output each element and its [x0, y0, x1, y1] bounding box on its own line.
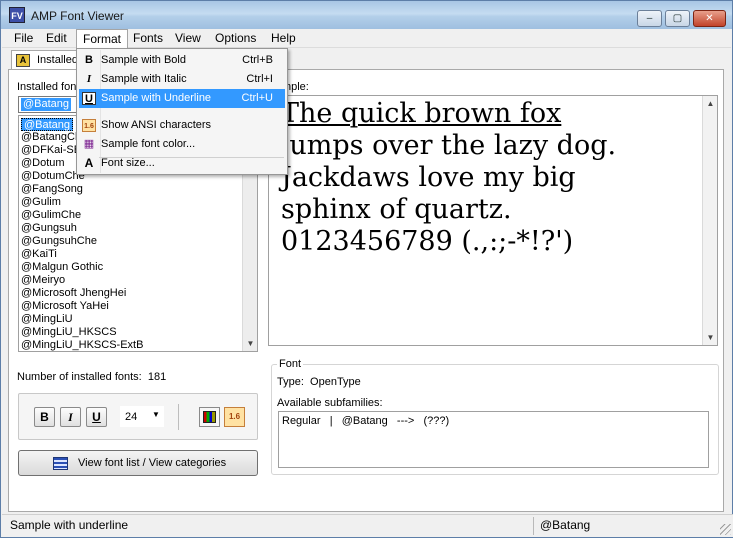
subfamilies-text: Regular | @Batang ---> (???)	[282, 415, 450, 427]
font-list-item[interactable]: @GulimChe	[21, 209, 81, 222]
font-count-value: 181	[147, 371, 167, 383]
underline-button[interactable]: U	[86, 407, 107, 427]
sample-line: The quick brown fox	[281, 98, 562, 129]
menu-shortcut: Ctrl+U	[241, 92, 273, 104]
font-list-item[interactable]: @MingLiU_HKSCS-ExtB	[21, 339, 143, 351]
menu-sample-bold[interactable]: B Sample with Bold Ctrl+B	[79, 51, 285, 70]
font-type: Type: OpenType	[277, 376, 361, 388]
sample-scrollbar[interactable]: ▲ ▼	[702, 96, 717, 345]
menu-edit[interactable]: Edit	[40, 29, 73, 48]
format-toolbar: B I U 24 ▼ 1.6	[18, 393, 258, 440]
bold-button[interactable]: B	[34, 407, 55, 427]
installed-fonts-label: Installed fon	[17, 81, 77, 93]
sample-line: jumps over the lazy dog.	[281, 130, 617, 161]
font-list-item[interactable]: @DFKai-SB	[21, 144, 81, 157]
menu-file[interactable]: File	[8, 29, 39, 48]
italic-icon: I	[86, 73, 92, 85]
font-size-icon: A	[84, 156, 94, 170]
tab-installed-label: Installed	[37, 54, 78, 66]
subfamilies-box[interactable]: Regular | @Batang ---> (???)	[278, 411, 709, 468]
font-list-item[interactable]: @Batang	[21, 118, 74, 131]
title-bar[interactable]: FV AMP Font Viewer – ▢ ✕	[1, 1, 732, 29]
font-list-item[interactable]: @Dotum	[21, 157, 65, 170]
close-button[interactable]: ✕	[693, 10, 726, 27]
font-list-item[interactable]: @BatangCh	[21, 131, 81, 144]
menu-item-label: Sample with Italic	[101, 73, 187, 85]
resize-grip-icon[interactable]	[720, 524, 731, 535]
font-group-title: Font	[277, 358, 304, 370]
app-icon: FV	[9, 7, 25, 23]
menu-format[interactable]: Format	[76, 29, 129, 48]
color-grid-icon: ▦	[83, 138, 95, 150]
underline-icon: U	[82, 92, 96, 105]
scroll-up-icon[interactable]: ▲	[703, 96, 717, 111]
bold-icon: B	[85, 54, 93, 66]
menu-item-label: Show ANSI characters	[101, 119, 212, 131]
menu-options[interactable]: Options	[209, 29, 262, 48]
status-bar: Sample with underline @Batang	[2, 514, 733, 537]
menu-shortcut: Ctrl+B	[242, 54, 273, 66]
sample-label: nple:	[285, 81, 309, 93]
menu-fonts[interactable]: Fonts	[127, 29, 169, 48]
view-font-list-button[interactable]: View font list / View categories	[18, 450, 258, 476]
list-icon	[53, 457, 68, 470]
sample-line: sphinx of quartz.	[281, 194, 512, 225]
format-menu: B Sample with Bold Ctrl+B I Sample with …	[76, 48, 288, 175]
menu-item-label: Sample font color...	[101, 138, 196, 150]
window-title: AMP Font Viewer	[31, 9, 124, 23]
font-count-label: Number of installed fonts:	[17, 371, 142, 383]
font-list-item[interactable]: @MingLiU_HKSCS	[21, 326, 117, 339]
font-list-item[interactable]: @Malgun Gothic	[21, 261, 103, 274]
menu-shortcut: Ctrl+I	[246, 73, 273, 85]
ansi-icon: 1.6	[82, 119, 96, 132]
font-name-value: @Batang	[21, 98, 72, 111]
view-font-list-label: View font list / View categories	[78, 457, 227, 469]
font-list-item[interactable]: @Meiryo	[21, 274, 65, 287]
menu-font-color[interactable]: ▦ Sample font color...	[79, 135, 285, 154]
font-list-item[interactable]: @Gulim	[21, 196, 61, 209]
sample-preview[interactable]: The quick brown fox jumps over the lazy …	[268, 95, 718, 346]
sample-line: 0123456789 (.,:;-*!?')	[281, 226, 574, 257]
menu-item-label: Sample with Underline	[101, 92, 212, 104]
menu-item-label: Sample with Bold	[101, 54, 186, 66]
menu-help[interactable]: Help	[265, 29, 302, 48]
scroll-down-icon[interactable]: ▼	[703, 330, 717, 345]
status-message: Sample with underline	[10, 518, 129, 532]
scroll-down-icon[interactable]: ▼	[243, 336, 257, 351]
minimize-button[interactable]: –	[637, 10, 662, 27]
menu-view[interactable]: View	[169, 29, 207, 48]
font-list-item[interactable]: @MingLiU	[21, 313, 73, 326]
menu-font-size[interactable]: A Font size...	[79, 154, 285, 173]
font-color-button[interactable]	[199, 407, 220, 427]
font-list-item[interactable]: @GungsuhChe	[21, 235, 97, 248]
font-folder-icon: A	[16, 54, 30, 67]
sample-line: Jackdaws love my big	[281, 162, 576, 193]
font-list-item[interactable]: @FangSong	[21, 183, 83, 196]
menu-sample-underline[interactable]: U Sample with Underline Ctrl+U	[79, 89, 285, 108]
font-list-item[interactable]: @Microsoft JhengHei	[21, 287, 126, 300]
font-size-value: 24	[125, 411, 138, 423]
ansi-button[interactable]: 1.6	[224, 407, 245, 427]
color-grid-icon	[203, 411, 216, 423]
menu-sample-italic[interactable]: I Sample with Italic Ctrl+I	[79, 70, 285, 89]
font-list-item[interactable]: @Microsoft YaHei	[21, 300, 109, 313]
font-type-value: OpenType	[310, 376, 361, 388]
status-divider	[533, 517, 534, 535]
app-window: FV AMP Font Viewer – ▢ ✕ File Edit Forma…	[0, 0, 733, 538]
menu-item-label: Font size...	[101, 157, 155, 169]
font-type-label: Type:	[277, 376, 304, 388]
subfamilies-label: Available subfamilies:	[277, 397, 383, 409]
font-list-item[interactable]: @KaiTi	[21, 248, 57, 261]
status-font: @Batang	[540, 518, 591, 532]
font-size-select[interactable]: 24 ▼	[120, 406, 164, 427]
toolbar-divider	[178, 404, 179, 430]
chevron-down-icon: ▼	[152, 410, 160, 419]
maximize-button[interactable]: ▢	[665, 10, 690, 27]
menu-bar: File Edit Format Fonts View Options Help	[2, 29, 731, 48]
menu-show-ansi[interactable]: 1.6 Show ANSI characters	[79, 116, 285, 135]
font-list-item[interactable]: @Gungsuh	[21, 222, 77, 235]
font-count: Number of installed fonts: 181	[17, 371, 166, 383]
italic-button[interactable]: I	[60, 407, 81, 427]
